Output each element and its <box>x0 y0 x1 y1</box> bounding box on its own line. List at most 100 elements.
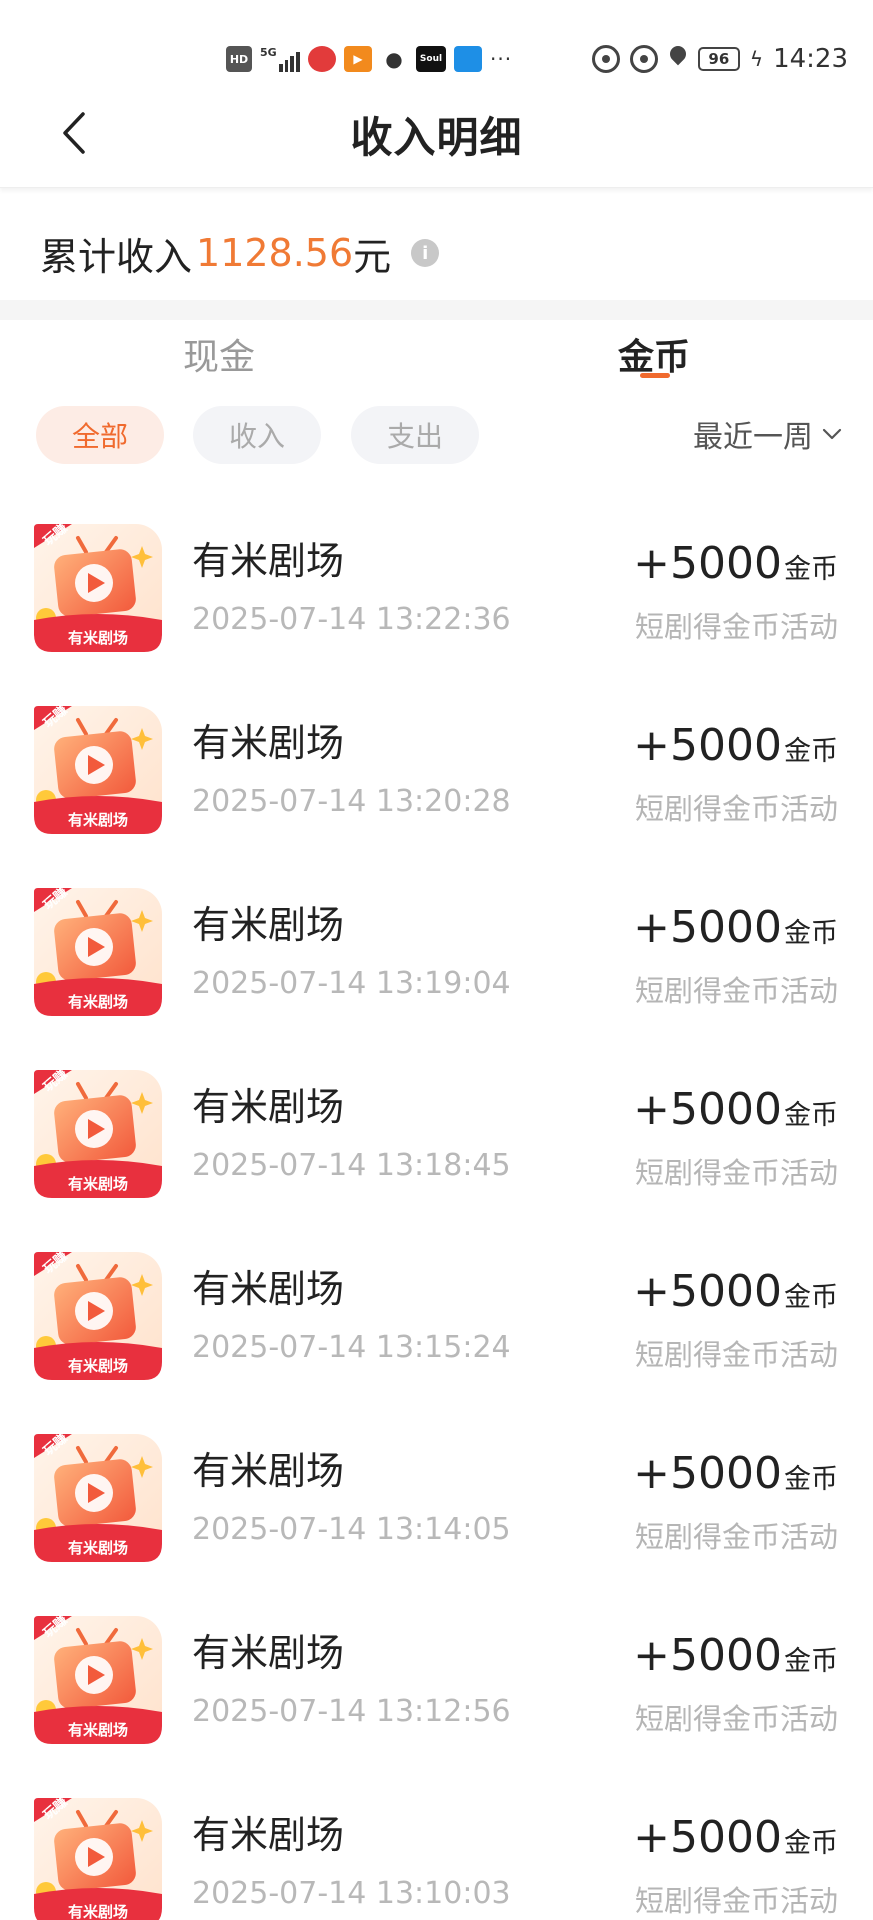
icon-label-text: 有米剧场 <box>68 811 128 829</box>
record-row[interactable]: 有米剧场 玩赚 有米剧场 2025-07-14 13:20:28 +5000金币… <box>0 682 873 864</box>
signal-icon: 5G <box>260 46 300 72</box>
record-app-name: 有米剧场 <box>192 721 345 765</box>
hd-icon: HD <box>226 46 252 72</box>
wechat-icon: ● <box>385 47 403 71</box>
tab-cash[interactable]: 现金 <box>183 328 255 380</box>
youmi-theater-app-icon: 有米剧场 玩赚 <box>34 1070 162 1198</box>
record-row[interactable]: 有米剧场 玩赚 有米剧场 2025-07-14 13:19:04 +5000金币… <box>0 864 873 1046</box>
page-title: 收入明细 <box>350 113 523 162</box>
network-5g-label: 5G <box>260 46 277 59</box>
total-income-label: 累计收入 <box>40 234 193 279</box>
icon-label-text: 有米剧场 <box>68 1539 128 1557</box>
icon-label-text: 有米剧场 <box>68 1903 128 1920</box>
record-amount-value: +5000 <box>633 1266 782 1317</box>
record-time: 2025-07-14 13:22:36 <box>192 602 511 637</box>
record-row[interactable]: 有米剧场 玩赚 有米剧场 2025-07-14 13:18:45 +5000金币… <box>0 1046 873 1228</box>
record-app-name: 有米剧场 <box>192 903 345 947</box>
message-icon <box>454 46 482 72</box>
record-amount-unit: 金币 <box>784 1828 838 1859</box>
record-row[interactable]: 有米剧场 玩赚 有米剧场 2025-07-14 13:14:05 +5000金币… <box>0 1410 873 1592</box>
record-amount-unit: 金币 <box>784 1646 838 1677</box>
record-row[interactable]: 有米剧场 玩赚 有米剧场 2025-07-14 13:15:24 +5000金币… <box>0 1228 873 1410</box>
icon-label-text: 有米剧场 <box>68 1721 128 1739</box>
record-time: 2025-07-14 13:14:05 <box>192 1512 511 1547</box>
app-notification-icon <box>308 46 336 72</box>
record-amount-value: +5000 <box>633 902 782 953</box>
record-amount-unit: 金币 <box>784 554 838 585</box>
more-notifications-icon: ··· <box>490 47 513 71</box>
video-app-icon: ▶ <box>344 46 372 72</box>
chevron-down-icon <box>822 428 842 440</box>
page-header: 收入明细 <box>0 78 873 188</box>
soul-app-icon: Soul <box>416 46 446 72</box>
status-time: 14:23 <box>773 44 848 74</box>
period-dropdown[interactable]: 最近一周 <box>693 412 843 456</box>
record-app-name: 有米剧场 <box>192 1631 345 1675</box>
record-description: 短剧得金币活动 <box>634 1338 838 1372</box>
record-time: 2025-07-14 13:20:28 <box>192 784 511 819</box>
record-amount: +5000金币 <box>633 1448 838 1499</box>
info-icon[interactable]: i <box>411 239 440 267</box>
record-amount: +5000金币 <box>633 1630 838 1681</box>
record-amount-value: +5000 <box>633 1812 782 1863</box>
record-app-name: 有米剧场 <box>192 539 345 583</box>
status-bar: HD 5G ▶ ● Soul ··· 96 ϟ 14:23 <box>0 0 873 75</box>
youmi-theater-app-icon: 有米剧场 玩赚 <box>34 524 162 652</box>
filter-income-button[interactable]: 收入 <box>193 406 321 464</box>
period-label: 最近一周 <box>693 420 813 455</box>
record-amount: +5000金币 <box>633 902 838 953</box>
youmi-theater-app-icon: 有米剧场 玩赚 <box>34 1434 162 1562</box>
record-amount-unit: 金币 <box>784 1464 838 1495</box>
filter-expense-button[interactable]: 支出 <box>351 406 479 464</box>
status-bar-system-icons: 96 ϟ 14:23 <box>591 44 848 74</box>
record-description: 短剧得金币活动 <box>634 1884 838 1918</box>
record-amount-value: +5000 <box>633 1630 782 1681</box>
record-amount: +5000金币 <box>633 1084 838 1135</box>
youmi-theater-app-icon: 有米剧场 玩赚 <box>34 888 162 1016</box>
record-description: 短剧得金币活动 <box>634 1156 838 1190</box>
record-description: 短剧得金币活动 <box>634 1702 838 1736</box>
youmi-theater-app-icon: 有米剧场 玩赚 <box>34 706 162 834</box>
record-description: 短剧得金币活动 <box>634 1520 838 1554</box>
record-amount-unit: 金币 <box>784 736 838 767</box>
icon-label-text: 有米剧场 <box>68 1175 128 1193</box>
record-amount: +5000金币 <box>633 720 838 771</box>
battery-icon: 96 <box>697 47 740 71</box>
record-description: 短剧得金币活动 <box>634 792 838 826</box>
total-income-unit: 元 <box>353 234 392 279</box>
youmi-theater-app-icon: 有米剧场 玩赚 <box>34 1798 162 1920</box>
record-amount-unit: 金币 <box>784 1282 838 1313</box>
record-amount-unit: 金币 <box>784 918 838 949</box>
record-time: 2025-07-14 13:10:03 <box>192 1876 511 1911</box>
status-bar-notification-icons: HD 5G ▶ ● Soul ··· <box>226 44 512 74</box>
record-amount-value: +5000 <box>633 1084 782 1135</box>
record-row[interactable]: 有米剧场 玩赚 有米剧场 2025-07-14 13:22:36 +5000金币… <box>0 500 873 682</box>
record-app-name: 有米剧场 <box>192 1449 345 1493</box>
youmi-theater-app-icon: 有米剧场 玩赚 <box>34 1252 162 1380</box>
record-amount: +5000金币 <box>633 1266 838 1317</box>
total-income: 累计收入 1128.56 元 i <box>40 228 440 279</box>
youmi-theater-app-icon: 有米剧场 玩赚 <box>34 1616 162 1744</box>
icon-label-text: 有米剧场 <box>68 993 128 1011</box>
record-amount-value: +5000 <box>633 538 782 589</box>
alarm-icon <box>629 45 658 73</box>
record-amount-value: +5000 <box>633 1448 782 1499</box>
filter-all-button[interactable]: 全部 <box>36 406 164 464</box>
record-amount-unit: 金币 <box>784 1100 838 1131</box>
location-icon <box>668 46 688 72</box>
record-description: 短剧得金币活动 <box>634 974 838 1008</box>
record-amount: +5000金币 <box>633 1812 838 1863</box>
record-row[interactable]: 有米剧场 玩赚 有米剧场 2025-07-14 13:10:03 +5000金币… <box>0 1774 873 1920</box>
record-row[interactable]: 有米剧场 玩赚 有米剧场 2025-07-14 13:12:56 +5000金币… <box>0 1592 873 1774</box>
record-description: 短剧得金币活动 <box>634 610 838 644</box>
record-time: 2025-07-14 13:18:45 <box>192 1148 511 1183</box>
active-tab-indicator <box>640 373 670 378</box>
total-income-value: 1128.56 <box>196 231 354 275</box>
record-amount: +5000金币 <box>633 538 838 589</box>
record-app-name: 有米剧场 <box>192 1813 345 1857</box>
icon-label-text: 有米剧场 <box>68 629 128 647</box>
record-amount-value: +5000 <box>633 720 782 771</box>
icon-label-text: 有米剧场 <box>68 1357 128 1375</box>
record-time: 2025-07-14 13:12:56 <box>192 1694 511 1729</box>
record-app-name: 有米剧场 <box>192 1267 345 1311</box>
